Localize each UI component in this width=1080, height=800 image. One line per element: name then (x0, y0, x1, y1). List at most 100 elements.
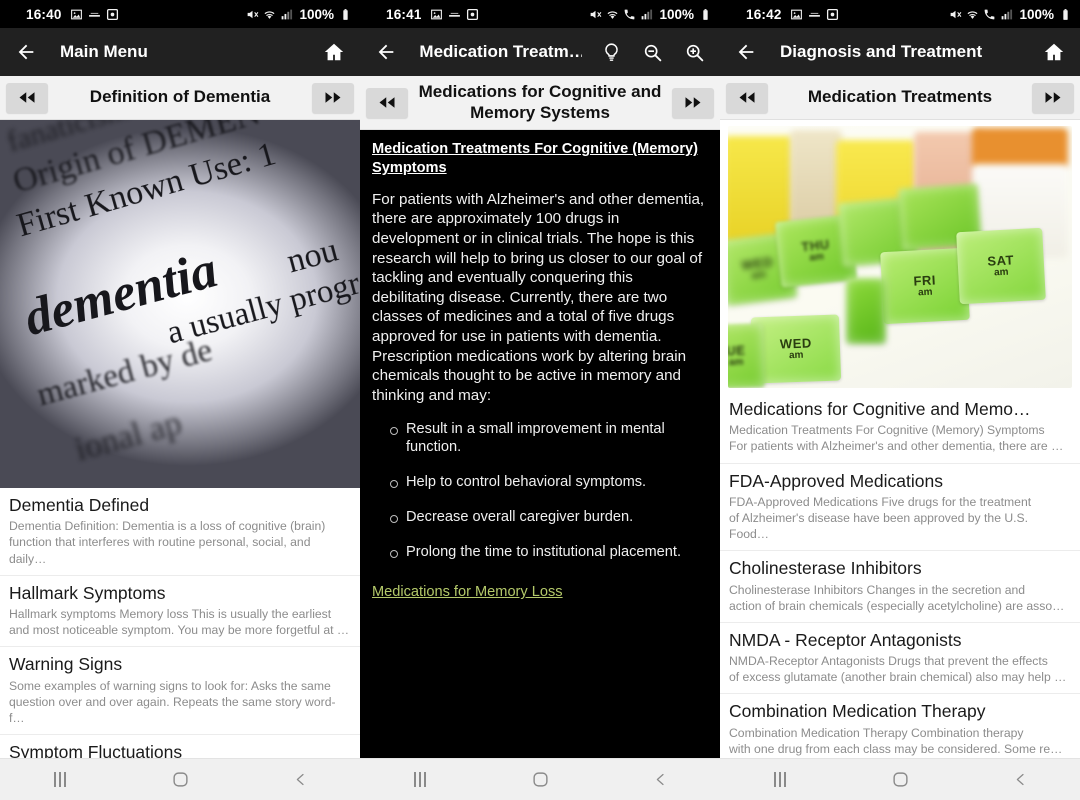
list-item-title: Combination Medication Therapy (729, 701, 986, 722)
list-item[interactable]: Medications for Cognitive and Memo… Medi… (720, 392, 1080, 464)
call-icon (623, 8, 636, 21)
pill-cell-day: FRI (913, 272, 937, 289)
lightbulb-icon[interactable] (600, 40, 623, 64)
screenshot-icon (448, 8, 461, 21)
list-item-title: Dementia Defined (9, 495, 150, 515)
pager-bar: Medications for Cognitive and Memory Sys… (360, 76, 720, 131)
list-item[interactable]: Symptom Fluctuations Symptom Fluctuation… (0, 734, 360, 758)
app-bar: Diagnosis and Treatment (720, 28, 1080, 76)
pill-cell-time: am (808, 250, 825, 264)
list-item-subtitle-line: Some examples of warning signs to look f… (9, 678, 331, 693)
call-icon (983, 8, 996, 21)
list-item-title: FDA-Approved Medications (729, 470, 943, 491)
recents-icon[interactable] (28, 759, 92, 800)
app-bar-title: Diagnosis and Treatment (780, 42, 983, 61)
list-item[interactable]: Warning Signs Some examples of warning s… (0, 647, 360, 735)
image-icon (430, 8, 443, 21)
app-bar-title: Medication Treatm… (419, 42, 582, 61)
pager-next-button[interactable] (672, 87, 714, 118)
list-item-subtitle: Cholinesterase Inhibitors Changes in the… (729, 582, 1071, 614)
phone-screen-medication-article: 16:41 100% Medication Treatm… Medication… (360, 0, 720, 800)
mute-icon (589, 8, 602, 21)
status-bar: 16:41 100% (360, 0, 720, 28)
article-bullet: Prolong the time to institutional placem… (372, 543, 708, 562)
wifi-icon (966, 8, 979, 21)
status-left-icons (430, 8, 479, 21)
wifi-icon (606, 8, 619, 21)
back-arrow-icon[interactable] (14, 40, 38, 64)
pager-prev-button[interactable] (6, 82, 48, 113)
list-item[interactable]: FDA-Approved Medications FDA-Approved Me… (720, 463, 1080, 552)
dict-text-line: marked by de (33, 332, 217, 414)
back-arrow-icon[interactable] (374, 40, 397, 64)
panel3-content[interactable]: WED am THU am FRI am SAT am WED am UE am… (720, 120, 1080, 758)
battery-percent: 100% (299, 6, 334, 22)
camera-icon (106, 8, 119, 21)
status-left-icons (790, 8, 839, 21)
status-time: 16:40 (26, 6, 62, 22)
article-body: Medication Treatments For Cognitive (Mem… (360, 130, 720, 758)
battery-percent: 100% (659, 6, 694, 22)
list-item-subtitle-line: action of brain chemicals (especially ac… (729, 598, 1065, 613)
status-left-icons (70, 8, 119, 21)
battery-icon (339, 8, 352, 21)
list-item-subtitle: NMDA-Receptor Antagonists Drugs that pre… (729, 653, 1071, 685)
panel2-content[interactable]: Medication Treatments For Cognitive (Mem… (360, 130, 720, 758)
home-circle-icon[interactable] (868, 759, 932, 800)
list-item[interactable]: Dementia Defined Dementia Definition: De… (0, 488, 360, 576)
list-item-subtitle-line: Cholinesterase Inhibitors Changes in the… (729, 582, 1026, 597)
pager-prev-button[interactable] (366, 87, 408, 118)
camera-icon (826, 8, 839, 21)
list-item-subtitle-line: question over and over again. Repeats th… (9, 694, 336, 725)
medications-for-memory-loss-link[interactable]: Medications for Memory Loss (372, 584, 563, 600)
list-item[interactable]: NMDA - Receptor Antagonists NMDA-Recepto… (720, 622, 1080, 695)
status-right-icons: 100% (246, 7, 352, 22)
pill-cell (846, 278, 886, 344)
list-item-subtitle-line: of excess glutamate (another brain chemi… (729, 670, 1067, 685)
recents-icon[interactable] (748, 759, 812, 800)
zoom-in-icon[interactable] (683, 40, 706, 64)
app-bar: Main Menu (0, 28, 360, 76)
pager-title: Definition of Dementia (89, 87, 271, 107)
pager-prev-button[interactable] (726, 82, 768, 113)
list-item-title: Symptom Fluctuations (9, 741, 183, 758)
pill-cell-time: am (788, 349, 804, 361)
pill-cell-day: WED (779, 335, 812, 352)
panel3-list[interactable]: Medications for Cognitive and Memo… Medi… (720, 392, 1080, 758)
battery-percent: 100% (1019, 6, 1054, 22)
list-item-subtitle-line: Combination Medication Therapy Combinati… (729, 725, 1024, 740)
pager-next-button[interactable] (312, 82, 354, 113)
list-item[interactable]: Hallmark Symptoms Hallmark symptoms Memo… (0, 575, 360, 648)
list-item-subtitle: Some examples of warning signs to look f… (9, 678, 351, 726)
screenshot-icon (808, 8, 821, 21)
list-item-subtitle-line: function that interferes with routine pe… (9, 535, 311, 566)
back-arrow-icon[interactable] (734, 40, 758, 64)
home-circle-icon[interactable] (148, 759, 212, 800)
pill-cell-time: am (917, 286, 933, 298)
recents-icon[interactable] (388, 759, 452, 800)
camera-icon (466, 8, 479, 21)
system-nav-bar (0, 758, 360, 800)
three-phone-screenshots: 16:40 100% Main Menu Definition of Demen… (0, 0, 1080, 800)
home-icon[interactable] (1042, 40, 1066, 64)
back-chevron-icon[interactable] (628, 759, 692, 800)
dementia-dictionary-photo: fanaticism bold Origin of DEMEN First Kn… (0, 120, 360, 488)
panel1-content[interactable]: fanaticism bold Origin of DEMEN First Kn… (0, 120, 360, 758)
home-icon[interactable] (322, 40, 346, 64)
pager-bar: Medication Treatments (720, 76, 1080, 120)
list-item[interactable]: Cholinesterase Inhibitors Cholinesterase… (720, 551, 1080, 623)
status-right-icons: 100% (949, 7, 1072, 22)
list-item-subtitle-line: of Alzheimer's disease have been approve… (729, 510, 1029, 542)
list-item-subtitle-line: Medication Treatments For Cognitive (Mem… (729, 423, 1045, 438)
back-chevron-icon[interactable] (988, 759, 1052, 800)
list-item[interactable]: Combination Medication Therapy Combinati… (720, 694, 1080, 758)
zoom-out-icon[interactable] (641, 40, 664, 64)
list-item-subtitle: FDA-Approved Medications Five drugs for … (729, 494, 1071, 542)
wifi-icon (263, 8, 276, 21)
back-chevron-icon[interactable] (268, 759, 332, 800)
signal-icon (1000, 8, 1013, 21)
pager-next-button[interactable] (1032, 82, 1074, 113)
home-circle-icon[interactable] (508, 759, 572, 800)
panel1-list[interactable]: Dementia Defined Dementia Definition: De… (0, 488, 360, 758)
list-item-subtitle-line: For patients with Alzheimer's and other … (729, 439, 1064, 454)
